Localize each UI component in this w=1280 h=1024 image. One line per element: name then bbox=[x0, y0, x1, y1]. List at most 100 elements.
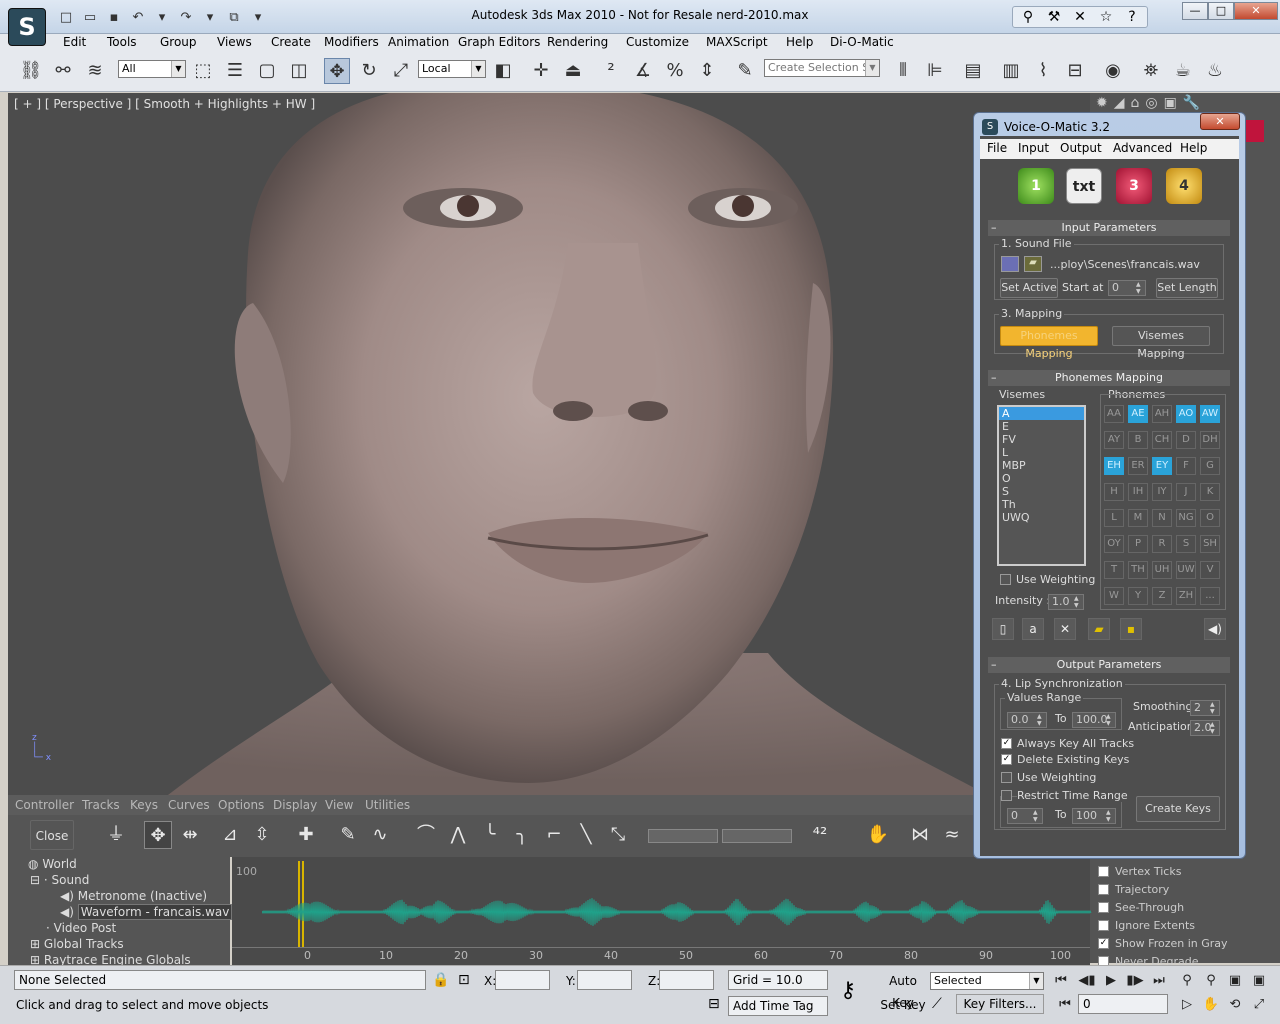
key-mode-toggle-icon[interactable]: ⏮ bbox=[1054, 994, 1076, 1016]
phoneme-button[interactable]: TH bbox=[1128, 561, 1148, 579]
tangent-smooth-icon[interactable]: ⤡ bbox=[604, 821, 632, 849]
rectangular-selection-icon[interactable]: ▢ bbox=[254, 58, 280, 84]
menu-animation[interactable]: Animation bbox=[388, 35, 449, 49]
use-weighting-checkbox[interactable] bbox=[1000, 574, 1011, 585]
option-see-through[interactable]: See-Through bbox=[1098, 898, 1248, 916]
phoneme-button[interactable]: UW bbox=[1176, 561, 1196, 579]
x-coordinate-input[interactable] bbox=[495, 970, 550, 990]
dialog-close-button[interactable]: ✕ bbox=[1200, 113, 1240, 130]
phoneme-button[interactable]: F bbox=[1176, 457, 1196, 475]
select-by-name-icon[interactable]: ☰ bbox=[222, 58, 248, 84]
add-time-tag-button[interactable]: Add Time Tag bbox=[728, 996, 828, 1016]
spinner-arrows-icon[interactable]: ▲ ▼ bbox=[1033, 809, 1042, 823]
viseme-item[interactable]: MBP bbox=[999, 459, 1084, 472]
current-frame-input[interactable]: 0 bbox=[1078, 994, 1168, 1014]
checkbox-checked[interactable]: ✓ bbox=[1098, 937, 1109, 949]
redo-icon[interactable]: ↷ bbox=[175, 8, 197, 28]
text-step-icon[interactable]: txt bbox=[1066, 168, 1102, 204]
schematic-view-icon[interactable]: ⊟ bbox=[1062, 58, 1088, 84]
phoneme-button[interactable]: M bbox=[1128, 509, 1148, 527]
spinner-arrows-icon[interactable]: ▲ ▼ bbox=[1106, 713, 1115, 727]
phoneme-button[interactable]: DH bbox=[1200, 431, 1220, 449]
maximize-button[interactable]: □ bbox=[1208, 2, 1234, 20]
go-to-end-icon[interactable]: ⏭ bbox=[1148, 970, 1170, 992]
viseme-item[interactable]: A bbox=[999, 407, 1084, 420]
viseme-item[interactable]: FV bbox=[999, 433, 1084, 446]
tv-menu-options[interactable]: Options bbox=[218, 798, 264, 812]
key-stats-field[interactable] bbox=[648, 829, 718, 843]
zoom-icon[interactable]: ⚲ bbox=[1176, 970, 1198, 992]
intensity-spinner[interactable]: 1.0 ▲ ▼ bbox=[1048, 594, 1084, 610]
favorites-star-icon[interactable]: ☆ bbox=[1095, 7, 1117, 27]
checkbox[interactable] bbox=[1098, 901, 1109, 913]
phoneme-button[interactable]: NG bbox=[1176, 509, 1196, 527]
phoneme-button[interactable]: G bbox=[1200, 457, 1220, 475]
menu-rendering[interactable]: Rendering bbox=[547, 35, 608, 49]
absolute-mode-icon[interactable]: ⊡ bbox=[458, 972, 470, 988]
angle-snap-icon[interactable]: ∡ bbox=[630, 58, 656, 84]
zoom-value-extents-icon[interactable]: ≈ bbox=[938, 821, 966, 849]
phoneme-button[interactable]: AA bbox=[1104, 405, 1124, 423]
perspective-viewport[interactable]: [ + ] [ Perspective ] [ Smooth + Highlig… bbox=[8, 93, 1090, 795]
checkbox[interactable] bbox=[1098, 919, 1109, 931]
anticipation-spinner[interactable]: 2.0 ▲ ▼ bbox=[1190, 720, 1220, 736]
create-keys-button[interactable]: Create Keys bbox=[1136, 796, 1220, 822]
delete-mapping-icon[interactable]: ✕ bbox=[1054, 618, 1076, 640]
tv-menu-view[interactable]: View bbox=[325, 798, 353, 812]
restrict-range-checkbox[interactable] bbox=[1001, 790, 1012, 801]
dialog-menu-help[interactable]: Help bbox=[1180, 141, 1207, 155]
key-filter-brush-icon[interactable]: ⟋ bbox=[932, 996, 942, 1012]
spinner-snap-icon[interactable]: ⇕ bbox=[694, 58, 720, 84]
viseme-item[interactable]: UWQ bbox=[999, 511, 1084, 524]
visemes-listbox[interactable]: A E FV L MBP O S Th UWQ bbox=[997, 405, 1086, 566]
input-step-icon[interactable]: 1 bbox=[1018, 168, 1054, 204]
tangent-custom-icon[interactable]: ⋀ bbox=[444, 821, 472, 849]
open-file-icon[interactable]: ▭ bbox=[79, 8, 101, 28]
minimize-button[interactable]: — bbox=[1182, 2, 1208, 20]
field-of-view-icon[interactable]: ▷ bbox=[1176, 994, 1198, 1016]
binoculars-icon[interactable]: ⚲ bbox=[1017, 7, 1039, 27]
phoneme-button[interactable]: T bbox=[1104, 561, 1124, 579]
phoneme-button[interactable]: R bbox=[1152, 535, 1172, 553]
render-setup-icon[interactable]: ⛯ bbox=[1138, 58, 1164, 84]
new-mapping-icon[interactable]: ▯ bbox=[992, 618, 1014, 640]
tangent-linear-icon[interactable]: ╲ bbox=[572, 821, 600, 849]
phonemes-mapping-rollout-header[interactable]: – Phonemes Mapping bbox=[988, 370, 1230, 386]
option-trajectory[interactable]: Trajectory bbox=[1098, 880, 1248, 898]
phoneme-button[interactable]: OY bbox=[1104, 535, 1124, 553]
menu-maxscript[interactable]: MAXScript bbox=[706, 35, 768, 49]
phoneme-button[interactable]: IY bbox=[1152, 483, 1172, 501]
maximize-viewport-icon[interactable]: ⤢ bbox=[1248, 994, 1270, 1016]
select-and-move-icon[interactable]: ✥ bbox=[324, 58, 350, 84]
spinner-arrows-icon[interactable]: ▲ ▼ bbox=[1136, 281, 1145, 295]
smoothing-spinner[interactable]: 2 ▲ ▼ bbox=[1190, 700, 1220, 716]
y-coordinate-input[interactable] bbox=[577, 970, 632, 990]
phoneme-button[interactable]: AH bbox=[1152, 405, 1172, 423]
pivot-center-icon[interactable]: ◧ bbox=[490, 58, 516, 84]
phoneme-button[interactable]: H bbox=[1104, 483, 1124, 501]
phoneme-button[interactable]: CH bbox=[1152, 431, 1172, 449]
menu-di-o-matic[interactable]: Di-O-Matic bbox=[830, 35, 894, 49]
bind-space-warp-icon[interactable]: ≋ bbox=[82, 58, 108, 84]
tree-item-waveform[interactable]: ◀) Waveform - francais.wav bbox=[60, 904, 233, 920]
dialog-menu-input[interactable]: Input bbox=[1018, 141, 1049, 155]
phoneme-button[interactable]: D bbox=[1176, 431, 1196, 449]
phoneme-button[interactable]: AE bbox=[1128, 405, 1148, 423]
phoneme-button[interactable]: N bbox=[1152, 509, 1172, 527]
tv-menu-controller[interactable]: Controller bbox=[15, 798, 74, 812]
phoneme-button[interactable]: SH bbox=[1200, 535, 1220, 553]
dialog-menu-advanced[interactable]: Advanced bbox=[1113, 141, 1172, 155]
folder-open-icon[interactable]: ▰ bbox=[1024, 256, 1042, 272]
phoneme-button[interactable]: ER bbox=[1128, 457, 1148, 475]
always-key-checkbox[interactable]: ✓ bbox=[1001, 738, 1012, 749]
spinner-arrows-icon[interactable]: ▲ ▼ bbox=[1037, 713, 1046, 727]
checkbox[interactable] bbox=[1098, 865, 1109, 877]
option-ignore-extents[interactable]: Ignore Extents bbox=[1098, 916, 1248, 934]
move-keys-horizontal-icon[interactable]: ⇹ bbox=[176, 821, 204, 849]
abc-text-icon[interactable]: a bbox=[1022, 618, 1044, 640]
phoneme-button[interactable]: B bbox=[1128, 431, 1148, 449]
play-icon[interactable]: ▶ bbox=[1100, 970, 1122, 992]
phoneme-button[interactable]: UH bbox=[1152, 561, 1172, 579]
checkbox[interactable] bbox=[1098, 883, 1109, 895]
phoneme-button[interactable]: EH bbox=[1104, 457, 1124, 475]
